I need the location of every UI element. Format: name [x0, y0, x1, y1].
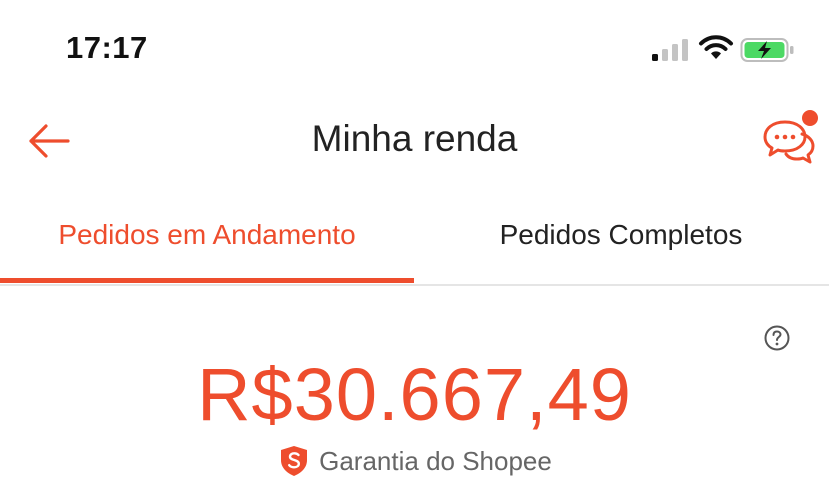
- cellular-signal-icon: [652, 39, 688, 61]
- tab-pedidos-em-andamento[interactable]: Pedidos em Andamento: [0, 190, 414, 280]
- tab-pedidos-completos[interactable]: Pedidos Completos: [414, 190, 828, 280]
- active-tab-indicator: [0, 278, 414, 283]
- notification-dot: [802, 110, 818, 126]
- question-circle-icon[interactable]: [763, 324, 791, 352]
- tab-bar: Pedidos em Andamento Pedidos Completos: [0, 190, 829, 286]
- header: Minha renda: [0, 100, 829, 188]
- battery-charging-icon: [740, 38, 794, 62]
- wifi-icon: [699, 35, 733, 59]
- income-amount: R$30.667,49: [197, 353, 632, 436]
- status-time: 17:17: [66, 30, 148, 65]
- page-title: Minha renda: [311, 118, 518, 159]
- income-summary: R$30.667,49 Garantia do Shopee: [0, 286, 829, 504]
- shopee-shield-icon: [281, 446, 308, 476]
- status-bar: 17:17: [0, 0, 829, 100]
- shopee-guarantee: Garantia do Shopee: [0, 444, 829, 478]
- guarantee-label: Garantia do Shopee: [319, 445, 552, 476]
